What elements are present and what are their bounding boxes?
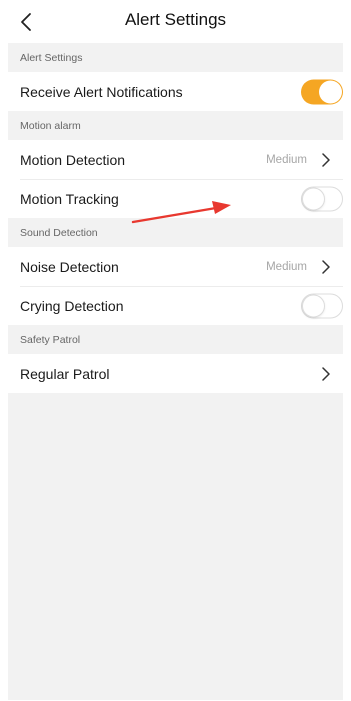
crying-detection-row[interactable]: Crying Detection	[8, 286, 343, 325]
section-header-motion-alarm: Motion alarm	[20, 119, 81, 132]
row-label: Regular Patrol	[20, 365, 110, 382]
noise-detection-value: Medium	[266, 260, 307, 273]
row-label: Motion Tracking	[20, 190, 119, 207]
row-label: Receive Alert Notifications	[20, 83, 183, 100]
motion-tracking-toggle[interactable]	[301, 186, 343, 211]
chevron-right-icon	[322, 152, 330, 167]
section-header-alert-settings: Alert Settings	[20, 51, 83, 64]
row-label: Motion Detection	[20, 151, 126, 168]
section-header-safety-patrol: Safety Patrol	[20, 333, 81, 346]
motion-detection-value: Medium	[266, 153, 307, 166]
toggle-knob	[302, 187, 325, 210]
motion-tracking-row[interactable]: Motion Tracking	[8, 179, 343, 218]
navigation-bar: Alert Settings	[0, 0, 351, 43]
crying-detection-toggle[interactable]	[301, 293, 343, 318]
page-title: Alert Settings	[124, 10, 227, 29]
receive-alert-notifications-row[interactable]: Receive Alert Notifications	[8, 72, 343, 111]
row-label: Crying Detection	[20, 297, 124, 314]
settings-list: Alert Settings Receive Alert Notificatio…	[8, 43, 343, 700]
noise-detection-row[interactable]: Noise Detection Medium	[8, 247, 343, 286]
regular-patrol-row[interactable]: Regular Patrol	[8, 354, 343, 393]
chevron-right-icon	[322, 259, 330, 274]
toggle-knob	[302, 294, 325, 317]
motion-detection-row[interactable]: Motion Detection Medium	[8, 140, 343, 179]
row-label: Noise Detection	[20, 258, 119, 275]
chevron-right-icon	[322, 366, 330, 381]
receive-alert-notifications-toggle[interactable]	[301, 79, 343, 104]
section-header-sound-detection: Sound Detection	[20, 226, 98, 239]
toggle-knob	[319, 80, 342, 103]
